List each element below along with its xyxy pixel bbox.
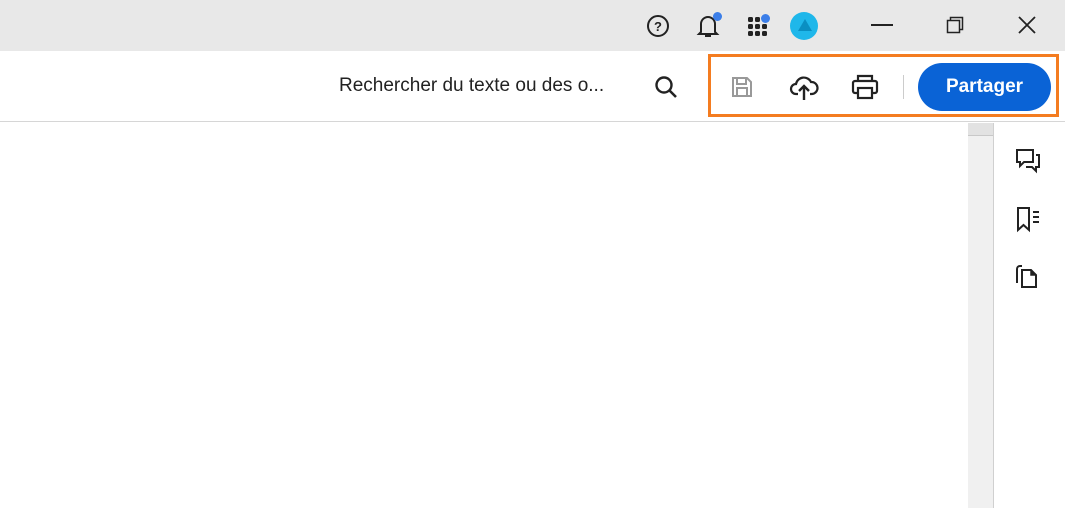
pages-icon[interactable] xyxy=(1012,260,1044,292)
apps-badge-dot xyxy=(761,14,770,23)
restore-button[interactable] xyxy=(935,10,975,40)
vertical-scrollbar[interactable] xyxy=(968,123,994,508)
share-button[interactable]: Partager xyxy=(918,63,1051,111)
profile-avatar[interactable] xyxy=(790,12,818,40)
save-icon[interactable] xyxy=(728,73,756,101)
title-bar: ? xyxy=(0,0,1065,51)
print-icon[interactable] xyxy=(849,72,881,102)
close-button[interactable] xyxy=(1007,10,1047,40)
comments-icon[interactable] xyxy=(1012,145,1044,177)
search-text-label[interactable]: Rechercher du texte ou des o... xyxy=(339,75,604,97)
help-icon[interactable]: ? xyxy=(645,13,671,39)
toolbar-divider xyxy=(903,75,904,99)
search-icon[interactable] xyxy=(652,73,680,101)
cloud-upload-icon[interactable] xyxy=(788,71,820,103)
apps-icon[interactable] xyxy=(745,14,771,38)
minimize-button[interactable] xyxy=(862,10,902,40)
bookmarks-icon[interactable] xyxy=(1012,203,1044,235)
bell-icon[interactable] xyxy=(695,12,722,40)
scrollbar-thumb[interactable] xyxy=(968,123,993,136)
notification-dot xyxy=(713,12,722,21)
svg-text:?: ? xyxy=(654,19,662,34)
